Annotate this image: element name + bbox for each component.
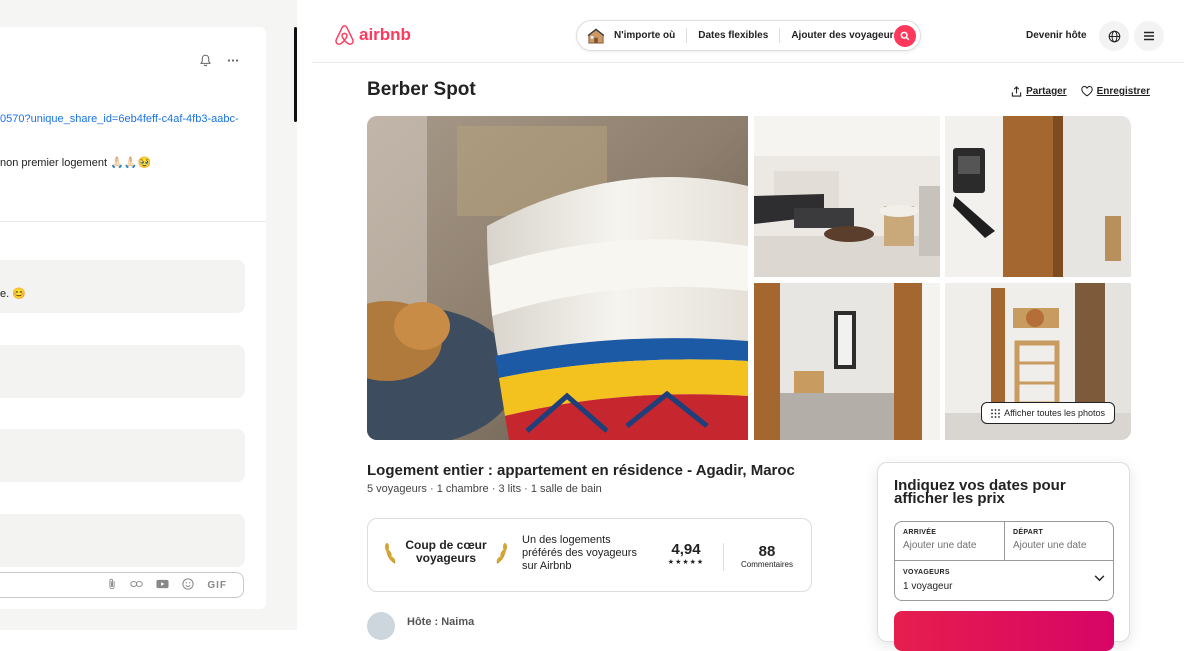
booking-heading: Indiquez vos dates pour afficher les pri…: [894, 477, 1066, 507]
chevron-down-icon: [1094, 575, 1105, 582]
guests-field[interactable]: VOYAGEURS 1 voyageur: [895, 560, 1113, 600]
share-icon: [1011, 86, 1022, 97]
show-all-photos-button[interactable]: Afficher toutes les photos: [981, 402, 1115, 424]
search-dates-label: Dates flexibles: [698, 30, 769, 41]
guest-favorite-description: Un des logements préférés des voyageurs …: [522, 534, 637, 572]
share-label: Partager: [1026, 86, 1067, 97]
top-header: airbnb N'importe où Dates flexibles Ajou…: [312, 0, 1184, 63]
menu-button[interactable]: [1134, 21, 1164, 51]
globe-icon: [1108, 30, 1120, 42]
save-button[interactable]: Enregistrer: [1080, 86, 1150, 97]
booking-card: Indiquez vos dates pour afficher les pri…: [877, 462, 1130, 651]
guests-label: VOYAGEURS: [903, 569, 950, 576]
message-composer[interactable]: GIF: [0, 572, 244, 598]
search-where[interactable]: N'importe où: [603, 28, 688, 43]
more-options-icon[interactable]: [226, 54, 240, 70]
airbnb-logo-icon: [335, 25, 354, 45]
photo-main[interactable]: [367, 116, 748, 440]
reply-bubble: [0, 514, 245, 567]
gif-button[interactable]: GIF: [207, 580, 227, 591]
reviews-count: 88: [758, 543, 776, 560]
video-icon[interactable]: [156, 579, 169, 592]
photo-rack[interactable]: Afficher toutes les photos: [945, 283, 1131, 440]
laurel-left-icon: [385, 543, 396, 564]
laurel-right-icon: [496, 543, 507, 564]
date-picker[interactable]: ARRIVÉE Ajouter une date DÉPART Ajouter …: [894, 521, 1114, 601]
photo-gallery[interactable]: Afficher toutes les photos: [367, 116, 1131, 440]
chat-thread-card: 0570?unique_share_id=6eb4feff-c4af-4fb3-…: [0, 27, 266, 609]
reply-bubble: [0, 345, 245, 398]
search-bar[interactable]: N'importe où Dates flexibles Ajouter des…: [576, 20, 921, 51]
shared-link[interactable]: 0570?unique_share_id=6eb4feff-c4af-4fb3-…: [0, 113, 239, 125]
checkout-field[interactable]: DÉPART Ajouter une date: [1005, 522, 1113, 560]
save-label: Enregistrer: [1096, 86, 1150, 97]
search-icon: [900, 31, 910, 41]
host-name: Hôte : Naima: [407, 616, 475, 628]
listing-subtitle: Logement entier : appartement en résiden…: [367, 462, 795, 479]
photo-hallway[interactable]: [754, 283, 940, 440]
guests-value: 1 voyageur: [903, 581, 953, 592]
reply-bubble: e. 😊: [0, 260, 245, 313]
reviews-label: Commentaires: [740, 560, 793, 569]
link-icon[interactable]: [130, 579, 144, 592]
guest-favorite-label: Coup de cœur voyageurs: [405, 538, 487, 565]
search-button[interactable]: [894, 25, 916, 47]
airbnb-logo[interactable]: airbnb: [334, 24, 411, 46]
heart-icon: [1080, 86, 1093, 97]
checkin-field[interactable]: ARRIVÉE Ajouter une date: [895, 522, 1005, 560]
photo-lockbox[interactable]: [945, 116, 1131, 277]
scrollbar[interactable]: [294, 27, 297, 122]
checkin-label: ARRIVÉE: [903, 529, 937, 536]
chat-message: non premier logement 🙏🏻🙏🏻🥹: [0, 157, 152, 169]
listing-details: 5 voyageurs · 1 chambre · 3 lits · 1 sal…: [367, 483, 602, 495]
emoji-icon[interactable]: [182, 577, 194, 593]
show-all-photos-label: Afficher toutes les photos: [1004, 408, 1105, 418]
host-avatar[interactable]: [367, 612, 395, 640]
checkout-label: DÉPART: [1013, 529, 1044, 536]
airbnb-page: airbnb N'importe où Dates flexibles Ajou…: [312, 0, 1184, 651]
divider: [723, 543, 724, 571]
rating-stars: ★★★★★: [667, 559, 705, 566]
logo-text: airbnb: [359, 25, 411, 44]
rating: 4,94 ★★★★★: [664, 541, 708, 566]
search-where-label: N'importe où: [614, 30, 676, 41]
paperclip-icon[interactable]: [107, 578, 117, 593]
host-row: Hôte : Naima: [367, 612, 474, 640]
divider: [0, 221, 266, 222]
check-availability-button[interactable]: [894, 611, 1114, 651]
listing-actions: Partager Enregistrer: [1011, 86, 1150, 97]
checkin-value: Ajouter une date: [903, 540, 977, 551]
guest-favorite-badge: Coup de cœur voyageurs: [384, 539, 508, 565]
photo-living-room[interactable]: [754, 116, 940, 277]
search-dates[interactable]: Dates flexibles: [687, 28, 781, 43]
hamburger-icon: [1144, 31, 1154, 41]
listing-title: Berber Spot: [367, 79, 476, 100]
chat-panel: 0570?unique_share_id=6eb4feff-c4af-4fb3-…: [0, 0, 297, 630]
search-guests-label: Ajouter des voyageurs: [791, 30, 900, 41]
share-button[interactable]: Partager: [1011, 86, 1067, 97]
thread-actions: [199, 54, 240, 70]
reply-bubble: [0, 429, 245, 482]
language-button[interactable]: [1099, 21, 1129, 51]
reply-text: e. 😊: [0, 288, 26, 300]
checkout-value: Ajouter une date: [1013, 540, 1087, 551]
become-host-link[interactable]: Devenir hôte: [1026, 30, 1087, 41]
reviews-link[interactable]: 88 Commentaires: [732, 543, 802, 569]
grid-icon: [991, 408, 1000, 418]
guest-favorite-card: Coup de cœur voyageurs Un des logements …: [367, 518, 812, 592]
rating-value: 4,94: [671, 541, 701, 558]
bell-icon[interactable]: [199, 54, 212, 70]
search-guests[interactable]: Ajouter des voyageurs: [780, 28, 912, 43]
